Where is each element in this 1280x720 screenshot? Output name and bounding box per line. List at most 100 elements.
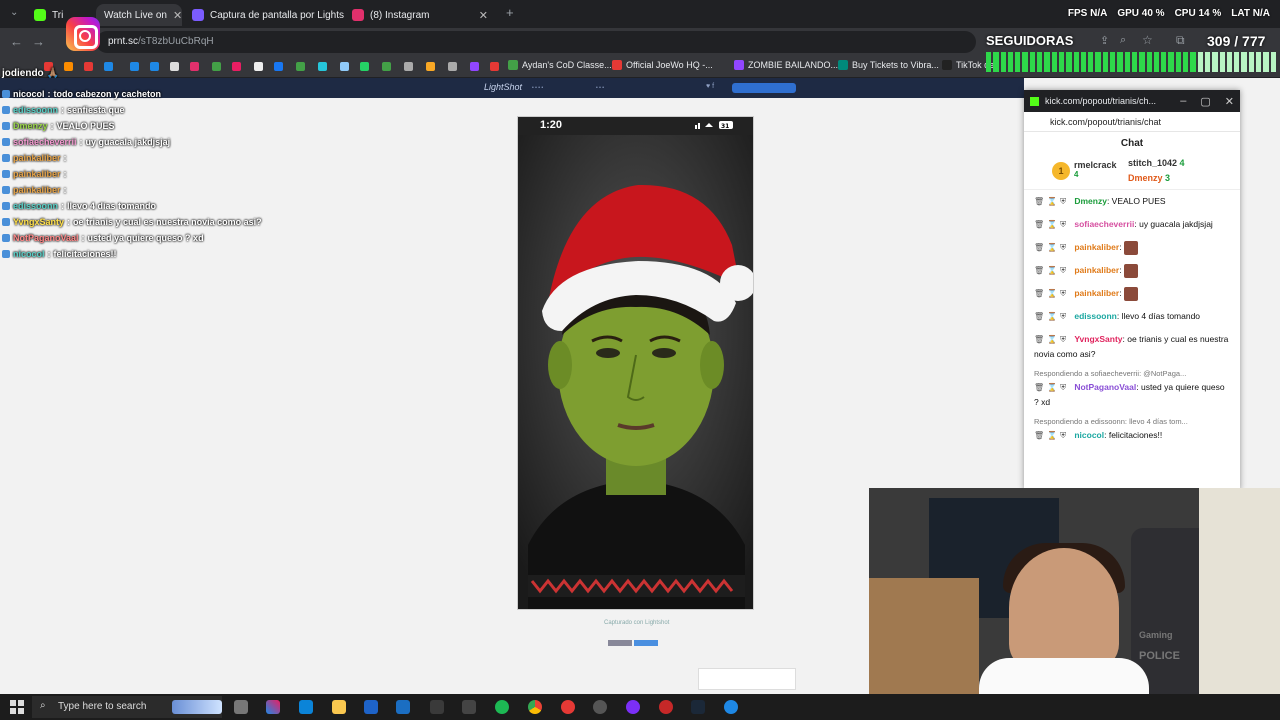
task-view-icon[interactable] [234, 700, 248, 714]
bookmark-icon[interactable] [150, 62, 159, 71]
whatsapp-icon[interactable] [360, 62, 369, 71]
chat-username: YvngxSanty [13, 217, 65, 227]
bookmark-icon[interactable] [296, 62, 305, 71]
start-windows-icon[interactable] [10, 700, 24, 714]
lightshot-ad[interactable] [698, 668, 796, 690]
tab-search-icon[interactable]: ⌄ [10, 7, 18, 18]
bookmark-icon[interactable] [130, 62, 139, 71]
chat-username[interactable]: painkaliber [1074, 265, 1119, 275]
chat-username[interactable]: YvngxSanty [1074, 334, 1122, 344]
chat-username[interactable]: NotPaganoVaal [1074, 382, 1136, 392]
mod-action-icons[interactable]: 🗑⌛⛨ [1034, 312, 1074, 321]
top-gifter-2[interactable]: stitch_1042 4 [1128, 158, 1185, 168]
bookmark-icon[interactable] [318, 62, 327, 71]
app-icon[interactable] [659, 700, 673, 714]
facebook-icon[interactable] [274, 62, 283, 71]
mod-action-icons[interactable]: 🗑⌛⛨ [1034, 335, 1074, 344]
tab-3[interactable]: Captura de pantalla por Lightsh ✕ [184, 4, 344, 26]
chat-username[interactable]: painkaliber [1074, 242, 1119, 252]
weather-widget-icon[interactable] [172, 700, 222, 714]
top-gifter-3[interactable]: Dmenzy 3 [1128, 173, 1170, 183]
bookmark-icon[interactable] [104, 62, 113, 71]
chat-username[interactable]: edissoonn [1074, 311, 1117, 321]
back-icon[interactable]: ← [10, 34, 23, 49]
youtube-icon[interactable] [490, 62, 499, 71]
reply-context[interactable]: Respondiendo a edissoonn: llevo 4 días t… [1034, 417, 1240, 426]
steam-app-icon[interactable] [691, 700, 705, 714]
bookmark-icon[interactable] [340, 62, 349, 71]
mod-action-icons[interactable]: 🗑⌛⛨ [1034, 266, 1074, 275]
app-icon[interactable] [593, 700, 607, 714]
close-tab-icon[interactable]: ✕ [173, 9, 182, 22]
share-icon[interactable]: ⇪ [1100, 34, 1109, 47]
file-explorer-icon[interactable] [332, 700, 346, 714]
chat-username[interactable]: Dmenzy [1074, 196, 1107, 206]
close-icon[interactable]: ✕ [1225, 95, 1234, 108]
bookmark-icon[interactable] [64, 62, 73, 71]
social-icons[interactable]: ♥ f [706, 83, 714, 90]
edge-icon[interactable] [299, 700, 313, 714]
x-icon[interactable] [170, 62, 179, 71]
badge-icon [2, 154, 10, 162]
bookmark-star-icon[interactable]: ☆ [1142, 33, 1153, 47]
chrome-icon[interactable] [528, 700, 542, 714]
like-button[interactable] [634, 640, 658, 646]
share-button[interactable] [608, 640, 632, 646]
bookmark-icon[interactable] [426, 62, 435, 71]
minimize-icon[interactable]: – [1180, 95, 1186, 108]
bookmark-icon[interactable] [448, 62, 457, 71]
tab-4[interactable]: (8) Instagram ✕ [344, 4, 496, 26]
outlook-icon[interactable] [364, 700, 378, 714]
chat-username[interactable]: painkaliber [1074, 288, 1119, 298]
bookmark-1[interactable]: Aydan's CoD Classe... [508, 60, 612, 70]
opera-icon[interactable] [561, 700, 575, 714]
obs-icon[interactable] [626, 700, 640, 714]
tab-2[interactable]: Watch Live on ✕ [96, 4, 182, 26]
bookmark-icon[interactable] [232, 62, 241, 71]
app-icon[interactable] [462, 700, 476, 714]
new-tab-button[interactable]: + [506, 5, 514, 20]
mod-action-icons[interactable]: 🗑⌛⛨ [1034, 383, 1074, 392]
forward-icon[interactable]: → [32, 34, 45, 49]
extensions-icon[interactable]: ⧉ [1176, 33, 1185, 48]
bookmark-3[interactable]: ZOMBIE BAILANDO... [734, 60, 838, 70]
gifter-count: 4 [1179, 158, 1185, 168]
instagram-bookmark-icon[interactable] [190, 62, 199, 71]
bookmark-icon[interactable] [212, 62, 221, 71]
mod-action-icons[interactable]: 🗑⌛⛨ [1034, 220, 1074, 229]
lightshot-link[interactable]: • • • [596, 85, 604, 91]
bookmark-icon[interactable] [382, 62, 391, 71]
bookmark-icon[interactable] [254, 62, 263, 71]
spotify-icon[interactable] [495, 700, 509, 714]
chat-username: painkaliber [13, 169, 61, 179]
lightshot-download-button[interactable] [732, 83, 796, 93]
address-bar[interactable]: prnt.sc/sT8zbUuCbRqH [96, 31, 976, 53]
close-tab-icon[interactable]: ✕ [479, 9, 488, 22]
bookmark-4[interactable]: Buy Tickets to Vibra... [838, 60, 939, 70]
copilot-icon[interactable] [266, 700, 280, 714]
app-icon[interactable] [724, 700, 738, 714]
chat-username[interactable]: nicocol [1074, 430, 1104, 440]
top-gifter-1[interactable]: rmelcrack 4 [1074, 160, 1117, 179]
mod-action-icons[interactable]: 🗑⌛⛨ [1034, 289, 1074, 298]
chat-message: 🗑⌛⛨ YvngxSanty: oe trianis y cual es nue… [1034, 332, 1229, 361]
store-icon[interactable] [430, 700, 444, 714]
lightshot-link[interactable]: • • • • [532, 85, 543, 91]
twitch-icon[interactable] [470, 62, 479, 71]
bookmark-icon[interactable] [404, 62, 413, 71]
mod-action-icons[interactable]: 🗑⌛⛨ [1034, 243, 1074, 252]
bookmark-2[interactable]: Official JoeWo HQ -... [612, 60, 713, 70]
reply-context[interactable]: Respondiendo a sofiaecheverrii: @NotPaga… [1034, 369, 1240, 378]
mod-action-icons[interactable]: 🗑⌛⛨ [1034, 197, 1074, 206]
lightshot-logo[interactable]: LightShot [484, 82, 522, 92]
overlay-chat: nicocol: todo cabezon y cacheton edissoonn… [2, 86, 422, 262]
tab-1[interactable]: Tri [26, 4, 70, 26]
steam-icon[interactable] [396, 700, 410, 714]
popout-url[interactable]: kick.com/popout/trianis/chat [1024, 112, 1240, 132]
bookmark-icon[interactable] [84, 62, 93, 71]
maximize-icon[interactable]: ▢ [1200, 95, 1210, 108]
goal-segment [1153, 52, 1160, 72]
mod-action-icons[interactable]: 🗑⌛⛨ [1034, 431, 1074, 440]
chat-username[interactable]: sofiaecheverrii [1074, 219, 1134, 229]
zoom-icon[interactable]: ⌕ [1120, 34, 1126, 47]
